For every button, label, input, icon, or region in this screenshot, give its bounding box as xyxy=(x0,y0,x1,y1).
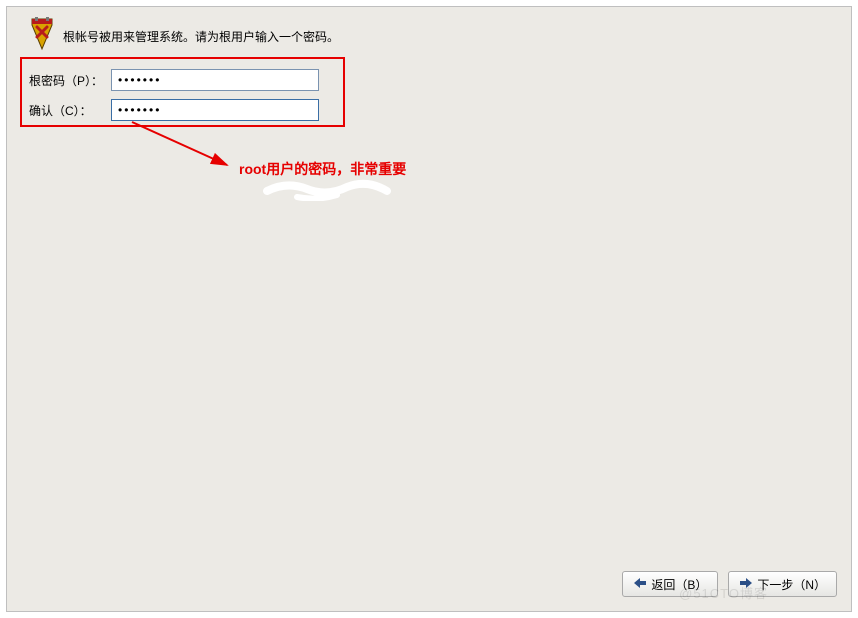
confirm-password-label: 确认（C）： xyxy=(29,102,107,119)
navigation-buttons: 返回（B） 下一步（N） xyxy=(622,571,837,597)
arrow-right-icon xyxy=(739,577,753,592)
back-button-label: 返回（B） xyxy=(651,576,707,593)
header-row: 根帐号被用来管理系统。请为根用户输入一个密码。 xyxy=(7,7,851,51)
annotation-arrow xyxy=(127,117,247,177)
next-button[interactable]: 下一步（N） xyxy=(728,571,837,597)
scribble-mark xyxy=(257,177,397,201)
installer-panel: 根帐号被用来管理系统。请为根用户输入一个密码。 根密码（P）： 确认（C）： r… xyxy=(6,6,852,612)
annotation-text: root用户的密码，非常重要 xyxy=(239,159,406,179)
root-password-row: 根密码（P）： xyxy=(29,69,837,91)
back-button[interactable]: 返回（B） xyxy=(622,571,718,597)
arrow-left-icon xyxy=(633,577,647,592)
root-password-input[interactable] xyxy=(111,69,319,91)
confirm-password-input[interactable] xyxy=(111,99,319,121)
shield-icon xyxy=(29,17,55,51)
password-fields: 根密码（P）： 确认（C）： xyxy=(7,51,851,121)
root-password-label: 根密码（P）： xyxy=(29,72,107,89)
instruction-text: 根帐号被用来管理系统。请为根用户输入一个密码。 xyxy=(63,28,339,45)
confirm-password-row: 确认（C）： xyxy=(29,99,837,121)
next-button-label: 下一步（N） xyxy=(757,576,826,593)
